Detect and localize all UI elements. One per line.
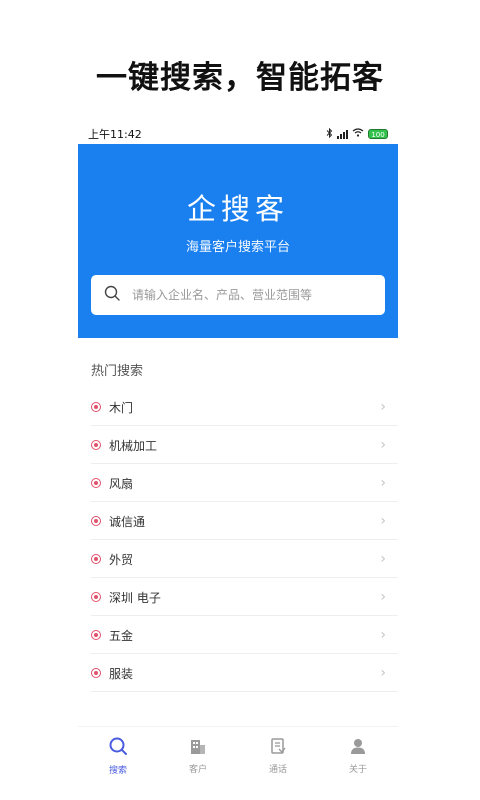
hot-search-item[interactable]: 五金 › xyxy=(78,616,398,654)
hot-search-label: 风扇 xyxy=(109,476,134,491)
target-dot-icon xyxy=(91,478,101,488)
chevron-right-icon: › xyxy=(380,665,386,681)
user-icon xyxy=(349,737,367,759)
tab-calls[interactable]: 通话 xyxy=(248,737,308,775)
phone-screen: 上午11:42 100 企搜客 海量客户搜索平台 热门搜索 木 xyxy=(78,124,398,784)
chevron-right-icon: › xyxy=(380,627,386,643)
target-dot-icon xyxy=(91,402,101,412)
chevron-right-icon: › xyxy=(380,589,386,605)
chevron-right-icon: › xyxy=(380,551,386,567)
signal-icon xyxy=(337,129,348,139)
search-input[interactable] xyxy=(132,288,372,302)
hot-search-item[interactable]: 诚信通 › xyxy=(78,502,398,540)
hot-search-item[interactable]: 服装 › xyxy=(78,654,398,692)
status-time: 上午11:42 xyxy=(88,128,142,141)
tab-search[interactable]: 搜索 xyxy=(88,736,148,776)
hero-banner: 企搜客 海量客户搜索平台 xyxy=(78,144,398,338)
promo-headline: 一键搜索，智能拓客 xyxy=(96,60,384,96)
app-title: 企搜客 xyxy=(186,192,289,226)
hot-search-label: 木门 xyxy=(109,400,134,415)
building-icon xyxy=(189,737,207,759)
hot-search-label: 深圳 电子 xyxy=(109,590,161,605)
hot-search-label: 机械加工 xyxy=(109,438,158,453)
search-box[interactable] xyxy=(91,275,385,315)
tab-label: 关于 xyxy=(348,764,367,775)
tab-customers[interactable]: 客户 xyxy=(168,737,228,775)
chevron-right-icon: › xyxy=(380,475,386,491)
call-record-icon xyxy=(269,737,287,759)
hot-search-item[interactable]: 深圳 电子 › xyxy=(78,578,398,616)
hot-search-label: 服装 xyxy=(109,666,134,681)
hot-search-item[interactable]: 机械加工 › xyxy=(78,426,398,464)
search-icon xyxy=(104,285,120,305)
hot-search-item[interactable]: 风扇 › xyxy=(78,464,398,502)
chevron-right-icon: › xyxy=(380,513,386,529)
hot-search-title: 热门搜索 xyxy=(91,364,144,379)
bluetooth-icon xyxy=(326,127,333,141)
tab-label: 通话 xyxy=(268,764,287,775)
status-bar: 上午11:42 100 xyxy=(78,124,398,144)
hot-search-item[interactable]: 外贸 › xyxy=(78,540,398,578)
target-dot-icon xyxy=(91,554,101,564)
bottom-tab-bar: 搜索 客户 通话 关于 xyxy=(78,726,398,784)
search-icon xyxy=(108,736,128,760)
hot-search-label: 五金 xyxy=(109,628,134,643)
hot-search-label: 诚信通 xyxy=(109,514,146,529)
status-icons: 100 xyxy=(326,127,388,141)
tab-label: 搜索 xyxy=(108,765,127,776)
hot-search-item[interactable]: 木门 › xyxy=(78,388,398,426)
target-dot-icon xyxy=(91,592,101,602)
target-dot-icon xyxy=(91,440,101,450)
chevron-right-icon: › xyxy=(380,399,386,415)
hot-search-label: 外贸 xyxy=(109,552,134,567)
target-dot-icon xyxy=(91,630,101,640)
tab-about[interactable]: 关于 xyxy=(328,737,388,775)
wifi-icon xyxy=(352,128,364,140)
target-dot-icon xyxy=(91,516,101,526)
battery-icon: 100 xyxy=(368,129,388,139)
hot-search-list: 木门 › 机械加工 › 风扇 › 诚信通 › 外贸 › 深圳 电子 › 五金 ›… xyxy=(78,388,398,692)
chevron-right-icon: › xyxy=(380,437,386,453)
tab-label: 客户 xyxy=(188,764,207,775)
target-dot-icon xyxy=(91,668,101,678)
app-subtitle: 海量客户搜索平台 xyxy=(185,240,290,255)
